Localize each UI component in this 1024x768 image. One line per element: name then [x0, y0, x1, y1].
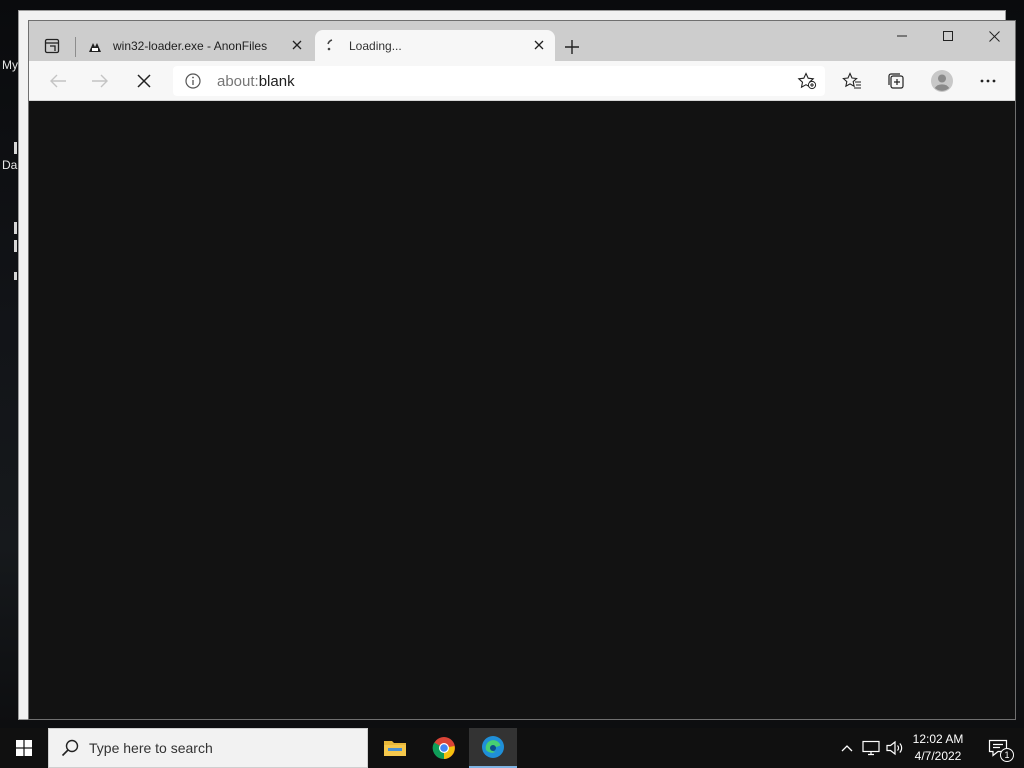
- plus-icon: [565, 40, 579, 54]
- anonfiles-favicon: [89, 42, 101, 52]
- search-placeholder: Type here to search: [89, 740, 213, 756]
- more-icon: [980, 79, 996, 83]
- close-tab-icon[interactable]: [531, 37, 547, 53]
- close-window-button[interactable]: [971, 21, 1017, 51]
- chrome-taskbar-button[interactable]: [420, 728, 468, 768]
- address-bar[interactable]: about:blank: [173, 66, 825, 96]
- collections-icon: [888, 73, 904, 89]
- tab-title: Loading...: [349, 38, 402, 53]
- chevron-up-icon: [841, 745, 853, 752]
- desktop-icon-label[interactable]: My: [2, 58, 18, 72]
- maximize-button[interactable]: [925, 21, 971, 51]
- close-icon: [988, 30, 1000, 42]
- edge-browser-window: win32-loader.exe - AnonFiles Loading...: [28, 20, 1016, 720]
- close-tab-icon[interactable]: [289, 37, 305, 53]
- desktop-icon-fragment: [14, 222, 17, 234]
- address-text[interactable]: about:blank: [217, 73, 295, 90]
- new-tab-button[interactable]: [559, 35, 585, 59]
- clock-time: 12:02 AM: [912, 732, 964, 746]
- favorites-list-icon: [842, 72, 861, 89]
- tab-actions-button[interactable]: [39, 33, 65, 59]
- minimize-button[interactable]: [879, 21, 925, 51]
- arrow-left-icon: [50, 74, 66, 88]
- loading-spinner-icon: [327, 38, 333, 50]
- edge-taskbar-button[interactable]: [469, 728, 517, 768]
- network-tray-button[interactable]: [862, 740, 880, 756]
- tab-actions-icon: [44, 38, 60, 54]
- star-add-icon: [797, 72, 817, 90]
- page-content[interactable]: [29, 101, 1015, 719]
- taskbar-search-box[interactable]: Type here to search: [48, 728, 368, 768]
- browser-toolbar: about:blank: [29, 61, 1015, 101]
- file-explorer-taskbar-button[interactable]: [371, 728, 419, 768]
- tab-strip: win32-loader.exe - AnonFiles Loading...: [29, 21, 1015, 61]
- close-icon: [137, 74, 151, 88]
- tab-loading[interactable]: Loading...: [315, 30, 555, 61]
- profile-button[interactable]: [927, 67, 957, 95]
- favorites-button[interactable]: [837, 67, 867, 95]
- network-icon: [862, 740, 880, 756]
- notification-count-badge: 1: [1000, 748, 1014, 762]
- show-hidden-icons-button[interactable]: [838, 740, 856, 756]
- add-favorite-button[interactable]: [795, 70, 819, 92]
- tab-separator: [75, 37, 76, 57]
- address-path: blank: [258, 73, 295, 90]
- arrow-right-icon: [92, 74, 108, 88]
- collections-button[interactable]: [881, 67, 911, 95]
- back-button[interactable]: [43, 67, 73, 95]
- forward-button[interactable]: [85, 67, 115, 95]
- search-icon: [61, 739, 79, 757]
- speaker-icon: [886, 740, 903, 756]
- desktop-icon-fragment: [14, 272, 17, 280]
- maximize-icon: [943, 31, 953, 41]
- start-button[interactable]: [0, 728, 48, 768]
- avatar-icon: [931, 70, 953, 92]
- desktop-icon-fragment: [14, 240, 17, 252]
- desktop-icon-fragment: [14, 142, 17, 154]
- windows-logo-icon: [16, 740, 32, 756]
- chrome-icon: [432, 737, 455, 760]
- clock-date: 4/7/2022: [914, 749, 962, 763]
- desktop-icon-label[interactable]: Da: [2, 158, 17, 172]
- address-scheme: about:: [217, 73, 259, 90]
- tab-title: win32-loader.exe - AnonFiles: [113, 38, 268, 53]
- folder-icon: [384, 741, 406, 756]
- tab-anonfiles[interactable]: win32-loader.exe - AnonFiles: [81, 30, 313, 61]
- volume-tray-button[interactable]: [886, 740, 904, 756]
- info-icon[interactable]: [185, 73, 201, 89]
- taskbar: Type here to search 12:02 AM 4/7/2022 1: [0, 728, 1024, 768]
- taskbar-clock[interactable]: 12:02 AM 4/7/2022: [904, 731, 972, 767]
- action-center-button[interactable]: 1: [978, 728, 1018, 768]
- minimize-icon: [897, 35, 907, 37]
- edge-icon: [482, 736, 504, 758]
- settings-menu-button[interactable]: [973, 67, 1003, 95]
- stop-loading-button[interactable]: [129, 67, 159, 95]
